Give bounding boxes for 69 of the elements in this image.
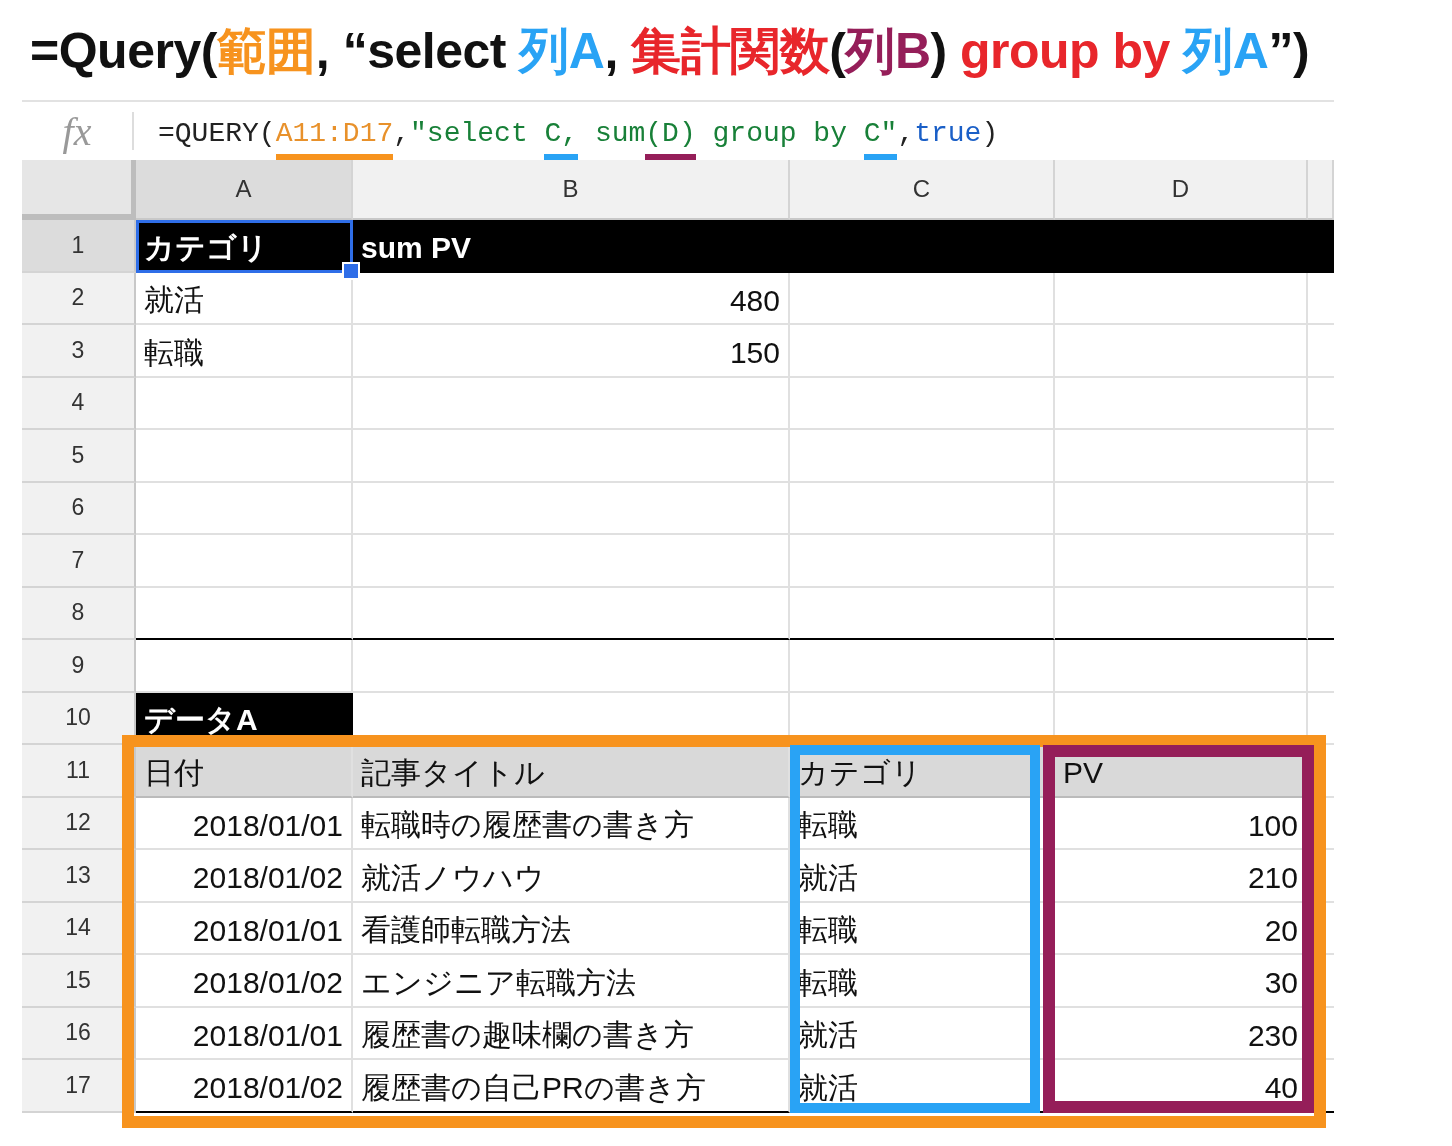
table-cell: 230 bbox=[1055, 1007, 1308, 1060]
table-cell: 就活 bbox=[136, 272, 353, 325]
formula-token[interactable]: "select bbox=[410, 115, 545, 153]
table-cell: 就活ノウハウ bbox=[353, 850, 790, 903]
row-header[interactable]: 5 bbox=[22, 430, 136, 483]
formula-token[interactable]: group by bbox=[695, 115, 864, 153]
caption-part: 列A bbox=[1183, 23, 1269, 79]
select-all-corner[interactable] bbox=[22, 160, 136, 220]
formula-token[interactable]: , bbox=[897, 115, 915, 153]
table-cell: 30 bbox=[1055, 955, 1308, 1008]
caption-part: 範囲 bbox=[216, 23, 316, 79]
row-header[interactable]: 8 bbox=[22, 587, 136, 640]
row-header[interactable]: 3 bbox=[22, 325, 136, 378]
table-cell: 転職時の履歴書の書き方 bbox=[353, 797, 790, 850]
row-header[interactable]: 11 bbox=[22, 745, 136, 798]
caption-part: , bbox=[604, 23, 619, 79]
row-header[interactable]: 4 bbox=[22, 377, 136, 430]
caption-part: =Query( bbox=[30, 23, 217, 79]
column-header[interactable]: A bbox=[136, 160, 353, 220]
table-cell: 看護師転職方法 bbox=[353, 902, 790, 955]
table-cell: 就活 bbox=[790, 1007, 1055, 1060]
row-header[interactable]: 6 bbox=[22, 482, 136, 535]
row-header[interactable]: 13 bbox=[22, 850, 136, 903]
table-cell: 150 bbox=[353, 325, 790, 378]
row-header[interactable]: 10 bbox=[22, 692, 136, 745]
formula-token[interactable]: , bbox=[393, 115, 411, 153]
caption-part: ( bbox=[829, 23, 846, 79]
table-cell: 480 bbox=[353, 272, 790, 325]
column-header[interactable]: B bbox=[353, 160, 790, 220]
table-cell: 2018/01/02 bbox=[136, 955, 353, 1008]
table-cell: 210 bbox=[1055, 850, 1308, 903]
formula-token[interactable]: =QUERY( bbox=[158, 115, 276, 153]
row-header[interactable]: 15 bbox=[22, 955, 136, 1008]
row-header[interactable]: 1 bbox=[22, 220, 136, 273]
caption-part: 列B bbox=[845, 23, 931, 79]
table-cell: 40 bbox=[1055, 1060, 1308, 1113]
row-header[interactable]: 7 bbox=[22, 535, 136, 588]
table-cell: 2018/01/01 bbox=[136, 797, 353, 850]
caption-part: ) bbox=[930, 23, 948, 79]
table-cell: 履歴書の自己PRの書き方 bbox=[353, 1060, 790, 1113]
row-header[interactable]: 17 bbox=[22, 1060, 136, 1113]
caption-part: 列A bbox=[519, 23, 605, 79]
table-cell: 記事タイトル bbox=[353, 745, 790, 798]
fx-label: fx bbox=[61, 107, 93, 155]
table-cell: 20 bbox=[1055, 902, 1308, 955]
formula-token[interactable]: true bbox=[914, 115, 982, 153]
formula-token[interactable]: ) bbox=[981, 115, 999, 153]
row-header[interactable]: 9 bbox=[22, 640, 136, 693]
table-cell: 2018/01/01 bbox=[136, 902, 353, 955]
column-header[interactable] bbox=[1308, 160, 1334, 220]
column-header[interactable]: D bbox=[1055, 160, 1308, 220]
table-cell: 日付 bbox=[136, 745, 353, 798]
table-cell: 就活 bbox=[790, 850, 1055, 903]
caption-part: 集計関数 bbox=[631, 23, 830, 79]
column-header[interactable]: C bbox=[790, 160, 1055, 220]
row-header[interactable]: 2 bbox=[22, 272, 136, 325]
formula-token[interactable]: sum bbox=[578, 115, 646, 153]
table-cell: 2018/01/01 bbox=[136, 1007, 353, 1060]
table-cell: 就活 bbox=[790, 1060, 1055, 1113]
table-cell: 転職 bbox=[136, 325, 353, 378]
table-cell: 2018/01/02 bbox=[136, 1060, 353, 1113]
table-cell: エンジニア転職方法 bbox=[353, 955, 790, 1008]
caption-part: ”) bbox=[1268, 23, 1310, 79]
table-cell: 履歴書の趣味欄の書き方 bbox=[353, 1007, 790, 1060]
fill-handle[interactable] bbox=[342, 261, 360, 280]
caption-part: group by bbox=[960, 23, 1171, 79]
table-cell: 2018/01/02 bbox=[136, 850, 353, 903]
table-cell: sum PV bbox=[353, 220, 790, 273]
caption-part: , “select bbox=[315, 23, 507, 79]
